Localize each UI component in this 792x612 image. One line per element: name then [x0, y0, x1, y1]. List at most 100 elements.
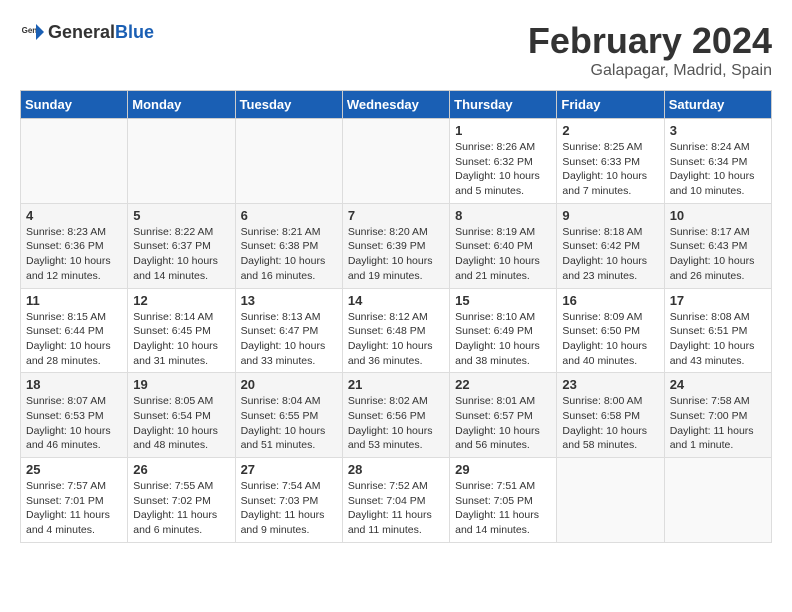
logo: Gen GeneralBlue [20, 20, 154, 44]
calendar-cell: 10 Sunrise: 8:17 AM Sunset: 6:43 PM Dayli… [664, 203, 771, 288]
day-number: 28 [348, 462, 444, 477]
calendar-cell: 17 Sunrise: 8:08 AM Sunset: 6:51 PM Dayli… [664, 288, 771, 373]
calendar-cell [342, 119, 449, 204]
day-number: 4 [26, 208, 122, 223]
day-number: 17 [670, 293, 766, 308]
calendar-table: SundayMondayTuesdayWednesdayThursdayFrid… [20, 90, 772, 543]
day-info: Sunrise: 8:02 AM Sunset: 6:56 PM Dayligh… [348, 394, 444, 453]
calendar-cell: 7 Sunrise: 8:20 AM Sunset: 6:39 PM Daylig… [342, 203, 449, 288]
day-info: Sunrise: 8:10 AM Sunset: 6:49 PM Dayligh… [455, 310, 551, 369]
calendar-cell: 24 Sunrise: 7:58 AM Sunset: 7:00 PM Dayli… [664, 373, 771, 458]
day-number: 9 [562, 208, 658, 223]
day-number: 10 [670, 208, 766, 223]
day-info: Sunrise: 8:21 AM Sunset: 6:38 PM Dayligh… [241, 225, 337, 284]
calendar-cell: 12Sunrise: 8:14 AM Sunset: 6:45 PM Dayli… [128, 288, 235, 373]
day-info: Sunrise: 8:25 AM Sunset: 6:33 PM Dayligh… [562, 140, 658, 199]
column-header-thursday: Thursday [450, 91, 557, 119]
calendar-cell: 22 Sunrise: 8:01 AM Sunset: 6:57 PM Dayli… [450, 373, 557, 458]
column-header-saturday: Saturday [664, 91, 771, 119]
day-number: 15 [455, 293, 551, 308]
calendar-cell: 1 Sunrise: 8:26 AM Sunset: 6:32 PM Daylig… [450, 119, 557, 204]
calendar-cell [557, 458, 664, 543]
calendar-row: 18Sunrise: 8:07 AM Sunset: 6:53 PM Dayli… [21, 373, 772, 458]
day-number: 7 [348, 208, 444, 223]
column-header-sunday: Sunday [21, 91, 128, 119]
day-info: Sunrise: 8:15 AM Sunset: 6:44 PM Dayligh… [26, 310, 122, 369]
day-number: 13 [241, 293, 337, 308]
day-number: 16 [562, 293, 658, 308]
day-number: 3 [670, 123, 766, 138]
day-info: Sunrise: 7:52 AM Sunset: 7:04 PM Dayligh… [348, 479, 444, 538]
title-section: February 2024 Galapagar, Madrid, Spain [528, 20, 772, 80]
day-number: 21 [348, 377, 444, 392]
day-info: Sunrise: 8:20 AM Sunset: 6:39 PM Dayligh… [348, 225, 444, 284]
calendar-cell: 16 Sunrise: 8:09 AM Sunset: 6:50 PM Dayli… [557, 288, 664, 373]
calendar-cell: 25Sunrise: 7:57 AM Sunset: 7:01 PM Dayli… [21, 458, 128, 543]
day-info: Sunrise: 8:08 AM Sunset: 6:51 PM Dayligh… [670, 310, 766, 369]
calendar-row: 4 Sunrise: 8:23 AM Sunset: 6:36 PM Daylig… [21, 203, 772, 288]
day-number: 27 [241, 462, 337, 477]
day-info: Sunrise: 8:00 AM Sunset: 6:58 PM Dayligh… [562, 394, 658, 453]
calendar-cell: 3 Sunrise: 8:24 AM Sunset: 6:34 PM Daylig… [664, 119, 771, 204]
calendar-cell: 6 Sunrise: 8:21 AM Sunset: 6:38 PM Daylig… [235, 203, 342, 288]
logo-blue-text: Blue [115, 22, 154, 42]
day-number: 25 [26, 462, 122, 477]
calendar-cell: 11 Sunrise: 8:15 AM Sunset: 6:44 PM Dayli… [21, 288, 128, 373]
main-title: February 2024 [528, 20, 772, 62]
day-info: Sunrise: 8:01 AM Sunset: 6:57 PM Dayligh… [455, 394, 551, 453]
logo-general-text: General [48, 22, 115, 42]
day-info: Sunrise: 7:54 AM Sunset: 7:03 PM Dayligh… [241, 479, 337, 538]
day-number: 24 [670, 377, 766, 392]
calendar-cell [128, 119, 235, 204]
day-number: 8 [455, 208, 551, 223]
calendar-cell: 27 Sunrise: 7:54 AM Sunset: 7:03 PM Dayli… [235, 458, 342, 543]
calendar-cell: 20 Sunrise: 8:04 AM Sunset: 6:55 PM Dayli… [235, 373, 342, 458]
calendar-cell: 29 Sunrise: 7:51 AM Sunset: 7:05 PM Dayli… [450, 458, 557, 543]
calendar-cell: 15 Sunrise: 8:10 AM Sunset: 6:49 PM Dayli… [450, 288, 557, 373]
calendar-cell: 13 Sunrise: 8:13 AM Sunset: 6:47 PM Dayli… [235, 288, 342, 373]
day-info: Sunrise: 8:23 AM Sunset: 6:36 PM Dayligh… [26, 225, 122, 284]
day-info: Sunrise: 8:17 AM Sunset: 6:43 PM Dayligh… [670, 225, 766, 284]
calendar-body: 1 Sunrise: 8:26 AM Sunset: 6:32 PM Daylig… [21, 119, 772, 543]
calendar-cell [21, 119, 128, 204]
day-number: 22 [455, 377, 551, 392]
column-header-monday: Monday [128, 91, 235, 119]
calendar-cell: 8Sunrise: 8:19 AM Sunset: 6:40 PM Daylig… [450, 203, 557, 288]
calendar-header-row: SundayMondayTuesdayWednesdayThursdayFrid… [21, 91, 772, 119]
day-info: Sunrise: 8:04 AM Sunset: 6:55 PM Dayligh… [241, 394, 337, 453]
day-info: Sunrise: 7:51 AM Sunset: 7:05 PM Dayligh… [455, 479, 551, 538]
calendar-cell: 14Sunrise: 8:12 AM Sunset: 6:48 PM Dayli… [342, 288, 449, 373]
day-number: 20 [241, 377, 337, 392]
column-header-tuesday: Tuesday [235, 91, 342, 119]
calendar-cell: 26 Sunrise: 7:55 AM Sunset: 7:02 PM Dayli… [128, 458, 235, 543]
day-info: Sunrise: 8:24 AM Sunset: 6:34 PM Dayligh… [670, 140, 766, 199]
day-number: 29 [455, 462, 551, 477]
day-number: 26 [133, 462, 229, 477]
day-number: 14 [348, 293, 444, 308]
day-info: Sunrise: 8:13 AM Sunset: 6:47 PM Dayligh… [241, 310, 337, 369]
day-info: Sunrise: 8:09 AM Sunset: 6:50 PM Dayligh… [562, 310, 658, 369]
day-info: Sunrise: 7:58 AM Sunset: 7:00 PM Dayligh… [670, 394, 766, 453]
day-number: 19 [133, 377, 229, 392]
day-number: 6 [241, 208, 337, 223]
day-number: 2 [562, 123, 658, 138]
day-info: Sunrise: 7:55 AM Sunset: 7:02 PM Dayligh… [133, 479, 229, 538]
calendar-cell: 5 Sunrise: 8:22 AM Sunset: 6:37 PM Daylig… [128, 203, 235, 288]
page-header: Gen GeneralBlue February 2024 Galapagar,… [20, 20, 772, 80]
column-header-friday: Friday [557, 91, 664, 119]
day-number: 1 [455, 123, 551, 138]
day-number: 5 [133, 208, 229, 223]
calendar-cell: 21 Sunrise: 8:02 AM Sunset: 6:56 PM Dayli… [342, 373, 449, 458]
calendar-cell: 23Sunrise: 8:00 AM Sunset: 6:58 PM Dayli… [557, 373, 664, 458]
calendar-cell: 19 Sunrise: 8:05 AM Sunset: 6:54 PM Dayli… [128, 373, 235, 458]
calendar-cell: 9Sunrise: 8:18 AM Sunset: 6:42 PM Daylig… [557, 203, 664, 288]
calendar-cell: 2 Sunrise: 8:25 AM Sunset: 6:33 PM Daylig… [557, 119, 664, 204]
day-info: Sunrise: 8:22 AM Sunset: 6:37 PM Dayligh… [133, 225, 229, 284]
day-number: 11 [26, 293, 122, 308]
calendar-row: 1 Sunrise: 8:26 AM Sunset: 6:32 PM Daylig… [21, 119, 772, 204]
logo-icon: Gen [20, 20, 44, 44]
day-info: Sunrise: 8:14 AM Sunset: 6:45 PM Dayligh… [133, 310, 229, 369]
svg-text:Gen: Gen [22, 26, 38, 35]
day-info: Sunrise: 8:05 AM Sunset: 6:54 PM Dayligh… [133, 394, 229, 453]
day-info: Sunrise: 8:26 AM Sunset: 6:32 PM Dayligh… [455, 140, 551, 199]
